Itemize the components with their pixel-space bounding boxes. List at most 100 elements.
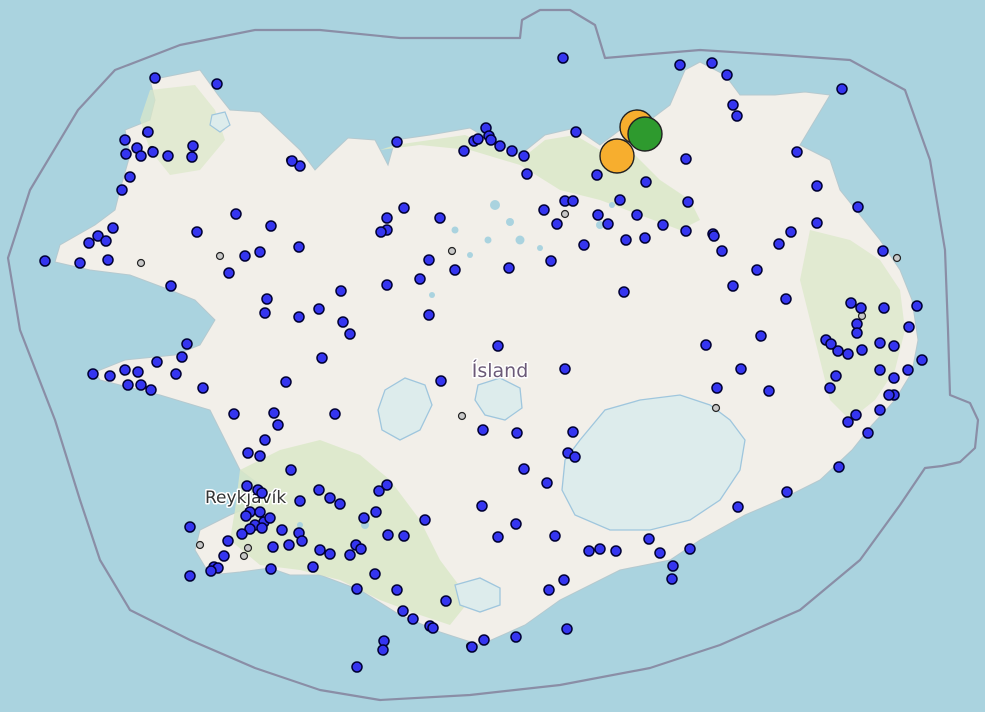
station-marker[interactable] — [142, 126, 154, 138]
station-marker[interactable] — [280, 376, 292, 388]
station-marker[interactable] — [265, 563, 277, 575]
station-marker[interactable] — [286, 155, 298, 167]
station-marker[interactable] — [293, 241, 305, 253]
station-marker[interactable] — [397, 605, 409, 617]
station-marker[interactable] — [335, 285, 347, 297]
station-marker[interactable] — [423, 254, 435, 266]
station-marker[interactable] — [680, 153, 692, 165]
station-marker[interactable] — [241, 480, 253, 492]
inactive-station-marker[interactable] — [560, 209, 570, 219]
station-marker[interactable] — [856, 344, 868, 356]
inactive-station-marker[interactable] — [239, 551, 249, 561]
station-marker[interactable] — [147, 146, 159, 158]
station-marker[interactable] — [74, 257, 86, 269]
station-marker[interactable] — [228, 408, 240, 420]
station-marker[interactable] — [116, 184, 128, 196]
station-marker[interactable] — [83, 237, 95, 249]
station-marker[interactable] — [184, 570, 196, 582]
station-marker[interactable] — [708, 230, 720, 242]
station-marker[interactable] — [855, 302, 867, 314]
station-marker[interactable] — [878, 302, 890, 314]
station-marker[interactable] — [492, 531, 504, 543]
station-marker[interactable] — [132, 366, 144, 378]
station-marker[interactable] — [836, 83, 848, 95]
station-marker[interactable] — [398, 530, 410, 542]
station-marker[interactable] — [124, 171, 136, 183]
station-marker[interactable] — [391, 136, 403, 148]
station-marker[interactable] — [902, 364, 914, 376]
station-marker[interactable] — [259, 307, 271, 319]
station-marker[interactable] — [640, 176, 652, 188]
station-marker[interactable] — [187, 140, 199, 152]
station-marker[interactable] — [434, 212, 446, 224]
station-marker[interactable] — [874, 364, 886, 376]
station-marker[interactable] — [427, 622, 439, 634]
station-marker[interactable] — [294, 495, 306, 507]
station-marker[interactable] — [731, 110, 743, 122]
inactive-station-marker[interactable] — [711, 403, 721, 413]
station-marker[interactable] — [104, 370, 116, 382]
station-marker[interactable] — [440, 595, 452, 607]
station-marker[interactable] — [197, 382, 209, 394]
station-marker[interactable] — [785, 226, 797, 238]
station-marker[interactable] — [780, 293, 792, 305]
station-marker[interactable] — [377, 644, 389, 656]
station-marker[interactable] — [631, 209, 643, 221]
station-marker[interactable] — [293, 311, 305, 323]
station-marker[interactable] — [165, 280, 177, 292]
station-marker[interactable] — [242, 447, 254, 459]
map-canvas[interactable]: Ísland Reykjavík — [0, 0, 985, 712]
station-marker[interactable] — [307, 561, 319, 573]
station-marker[interactable] — [711, 382, 723, 394]
station-marker[interactable] — [559, 363, 571, 375]
station-marker[interactable] — [541, 477, 553, 489]
station-marker[interactable] — [381, 279, 393, 291]
station-marker[interactable] — [594, 543, 606, 555]
station-marker[interactable] — [518, 150, 530, 162]
station-marker[interactable] — [618, 286, 630, 298]
station-marker[interactable] — [218, 550, 230, 562]
station-marker[interactable] — [684, 543, 696, 555]
station-marker[interactable] — [674, 59, 686, 71]
station-marker[interactable] — [591, 169, 603, 181]
station-marker[interactable] — [545, 255, 557, 267]
station-marker[interactable] — [700, 339, 712, 351]
station-marker[interactable] — [186, 151, 198, 163]
station-marker[interactable] — [503, 262, 515, 274]
station-marker[interactable] — [833, 461, 845, 473]
station-marker[interactable] — [181, 338, 193, 350]
station-marker[interactable] — [592, 209, 604, 221]
station-marker[interactable] — [842, 348, 854, 360]
station-marker[interactable] — [478, 634, 490, 646]
station-marker[interactable] — [620, 234, 632, 246]
station-marker[interactable] — [344, 549, 356, 561]
station-marker[interactable] — [727, 99, 739, 111]
station-marker[interactable] — [256, 522, 268, 534]
station-marker[interactable] — [334, 498, 346, 510]
station-marker[interactable] — [324, 492, 336, 504]
station-marker[interactable] — [911, 300, 923, 312]
station-marker[interactable] — [240, 510, 252, 522]
station-marker[interactable] — [567, 426, 579, 438]
station-marker[interactable] — [236, 528, 248, 540]
station-marker[interactable] — [276, 524, 288, 536]
map-view[interactable]: Ísland Reykjavík — [0, 0, 985, 712]
station-marker[interactable] — [538, 204, 550, 216]
station-marker[interactable] — [543, 584, 555, 596]
station-marker[interactable] — [351, 661, 363, 673]
station-marker[interactable] — [811, 180, 823, 192]
station-marker[interactable] — [369, 568, 381, 580]
station-marker[interactable] — [419, 514, 431, 526]
station-marker[interactable] — [316, 352, 328, 364]
station-marker[interactable] — [842, 416, 854, 428]
station-marker[interactable] — [414, 273, 426, 285]
station-marker[interactable] — [667, 560, 679, 572]
station-marker[interactable] — [100, 235, 112, 247]
station-marker[interactable] — [211, 78, 223, 90]
station-marker[interactable] — [830, 370, 842, 382]
station-marker[interactable] — [862, 427, 874, 439]
station-marker[interactable] — [39, 255, 51, 267]
station-marker[interactable] — [680, 225, 692, 237]
station-marker[interactable] — [602, 218, 614, 230]
station-marker[interactable] — [851, 327, 863, 339]
